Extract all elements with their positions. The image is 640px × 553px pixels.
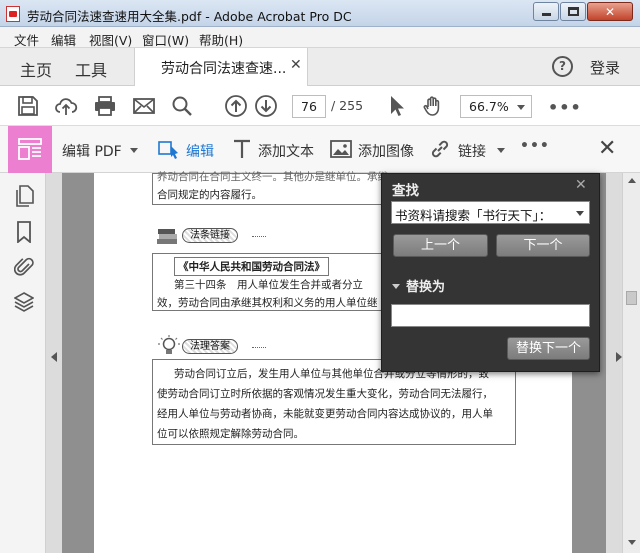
zoom-dropdown[interactable]: 66.7% — [460, 95, 532, 118]
legal-answer-badge: 法理答案 — [156, 335, 296, 355]
legal-answer-badge-label: 法理答案 — [182, 339, 238, 354]
lightbulb-icon — [158, 335, 180, 354]
menu-edit[interactable]: 编辑 — [51, 30, 76, 49]
previous-page-icon[interactable] — [224, 94, 248, 118]
main-toolbar: 76 / 255 66.7% ••• — [0, 86, 640, 126]
find-previous-button[interactable]: 上一个 — [393, 234, 488, 257]
find-input-value: 书资料请搜索「书行天下」： — [395, 208, 552, 223]
link-button[interactable]: 链接 — [458, 141, 486, 161]
tab-document[interactable]: 劳动合同法速查速... ✕ — [134, 48, 308, 86]
page-number-input[interactable]: 76 — [292, 95, 326, 118]
save-icon[interactable] — [16, 94, 40, 118]
find-input[interactable]: 书资料请搜索「书行天下」： — [391, 201, 590, 224]
edit-text-cursor-icon[interactable] — [157, 138, 179, 160]
menu-window[interactable]: 窗口(W) — [142, 30, 189, 49]
cloud-upload-icon[interactable] — [54, 94, 78, 118]
chevron-down-icon[interactable] — [576, 211, 584, 216]
replace-input[interactable] — [391, 304, 590, 327]
tab-home[interactable]: 主页 — [20, 57, 52, 81]
law-link-badge-label: 法条链接 — [182, 228, 238, 243]
find-panel-title: 查找 — [392, 183, 419, 199]
add-text-button[interactable]: 添加文本 — [258, 141, 314, 161]
scroll-down-icon[interactable] — [628, 540, 636, 545]
zoom-value: 66.7% — [469, 99, 509, 114]
badge-dots — [252, 236, 266, 237]
edit-pdf-toolbar: 编辑 PDF 编辑 添加文本 添加图像 链接 ••• ✕ — [0, 126, 640, 173]
menu-view[interactable]: 视图(V) — [89, 30, 132, 49]
menu-file[interactable]: 文件 — [14, 30, 39, 49]
search-icon[interactable] — [170, 94, 194, 118]
maximize-icon — [567, 7, 579, 16]
bookmark-icon[interactable] — [14, 221, 34, 243]
doc-top-line-2: 合同规定的内容履行。 — [157, 189, 262, 201]
maximize-button[interactable] — [560, 2, 586, 21]
email-icon[interactable] — [132, 94, 156, 118]
more-edit-options-icon[interactable]: ••• — [520, 138, 550, 154]
edit-pdf-dropdown-icon[interactable] — [130, 148, 138, 153]
menu-bar: 文件 编辑 视图(V) 窗口(W) 帮助(H) — [0, 27, 640, 48]
title-bar: 劳动合同法速查速用大全集.pdf - Adobe Acrobat Pro DC … — [0, 0, 640, 27]
replace-with-label: 替换为 — [406, 280, 446, 295]
law-title: 《中华人民共和国劳动合同法》 — [174, 257, 329, 276]
acrobat-pdf-icon — [6, 6, 20, 22]
text-tool-icon — [231, 138, 253, 160]
law-link-badge: 法条链接 — [156, 226, 276, 244]
hand-tool-icon[interactable] — [421, 94, 445, 118]
close-window-button[interactable]: ✕ — [587, 2, 633, 21]
login-button[interactable]: 登录 — [590, 57, 620, 78]
badge-dots — [252, 347, 266, 348]
navigation-pane — [0, 173, 46, 553]
answer-line-3: 经用人单位与劳动者协商，未能就变更劳动合同内容达成协议的，用人单 — [157, 408, 493, 420]
select-cursor-icon[interactable] — [385, 94, 409, 118]
minimize-button[interactable] — [533, 2, 559, 21]
menu-help[interactable]: 帮助(H) — [199, 30, 243, 49]
edit-pdf-tool-icon[interactable] — [8, 126, 52, 173]
books-icon — [157, 229, 177, 244]
layers-icon[interactable] — [14, 291, 34, 313]
collapse-left-pane-icon[interactable] — [51, 352, 57, 362]
close-find-icon[interactable]: ✕ — [575, 177, 587, 193]
answer-line-2: 使劳动合同订立时所依据的客观情况发生重大变化，劳动合同无法履行， — [157, 388, 493, 400]
attachment-icon[interactable] — [14, 256, 34, 278]
replace-with-toggle[interactable]: 替换为 — [392, 276, 445, 295]
article-line-1: 第三十四条 用人单位发生合并或者分立 — [174, 279, 363, 291]
close-edit-toolbar-icon[interactable]: ✕ — [598, 136, 616, 161]
pages-thumbnail-icon[interactable] — [14, 185, 34, 207]
minimize-icon — [541, 13, 551, 16]
replace-next-button[interactable]: 替换下一个 — [507, 337, 590, 360]
print-icon[interactable] — [93, 94, 117, 118]
document-tab-label: 劳动合同法速查速... — [161, 61, 287, 77]
edit-button[interactable]: 编辑 — [186, 141, 214, 161]
find-panel: 查找 ✕ 书资料请搜索「书行天下」： 上一个 下一个 替换为 替换下一个 — [381, 173, 600, 372]
article-line-2: 效，劳动合同由承继其权利和义务的用人单位继 — [157, 297, 378, 309]
find-next-button[interactable]: 下一个 — [496, 234, 590, 257]
doc-top-line-1: 养动合同在合同主义终一。其他办是继单位。承继 — [157, 171, 388, 183]
close-icon: ✕ — [604, 4, 616, 19]
add-image-button[interactable]: 添加图像 — [358, 141, 414, 161]
help-icon[interactable]: ? — [552, 56, 573, 77]
window-title: 劳动合同法速查速用大全集.pdf - Adobe Acrobat Pro DC — [27, 9, 352, 24]
next-page-icon[interactable] — [254, 94, 278, 118]
page-total: / 255 — [331, 98, 364, 113]
scroll-thumb[interactable] — [626, 291, 637, 305]
close-tab-icon[interactable]: ✕ — [290, 57, 302, 73]
image-icon — [330, 138, 352, 160]
chevron-down-icon — [392, 284, 400, 289]
link-dropdown-icon[interactable] — [497, 148, 505, 153]
tab-bar: 主页 工具 劳动合同法速查速... ✕ ? 登录 — [0, 48, 640, 86]
edit-pdf-label[interactable]: 编辑 PDF — [62, 141, 122, 161]
link-icon — [429, 138, 451, 160]
chevron-down-icon — [517, 105, 525, 110]
vertical-scrollbar[interactable] — [622, 173, 640, 553]
tab-tools[interactable]: 工具 — [75, 57, 107, 81]
more-tools-icon[interactable]: ••• — [548, 98, 582, 117]
scroll-up-icon[interactable] — [628, 178, 636, 183]
answer-line-4: 位可以依照规定解除劳动合同。 — [157, 428, 304, 440]
